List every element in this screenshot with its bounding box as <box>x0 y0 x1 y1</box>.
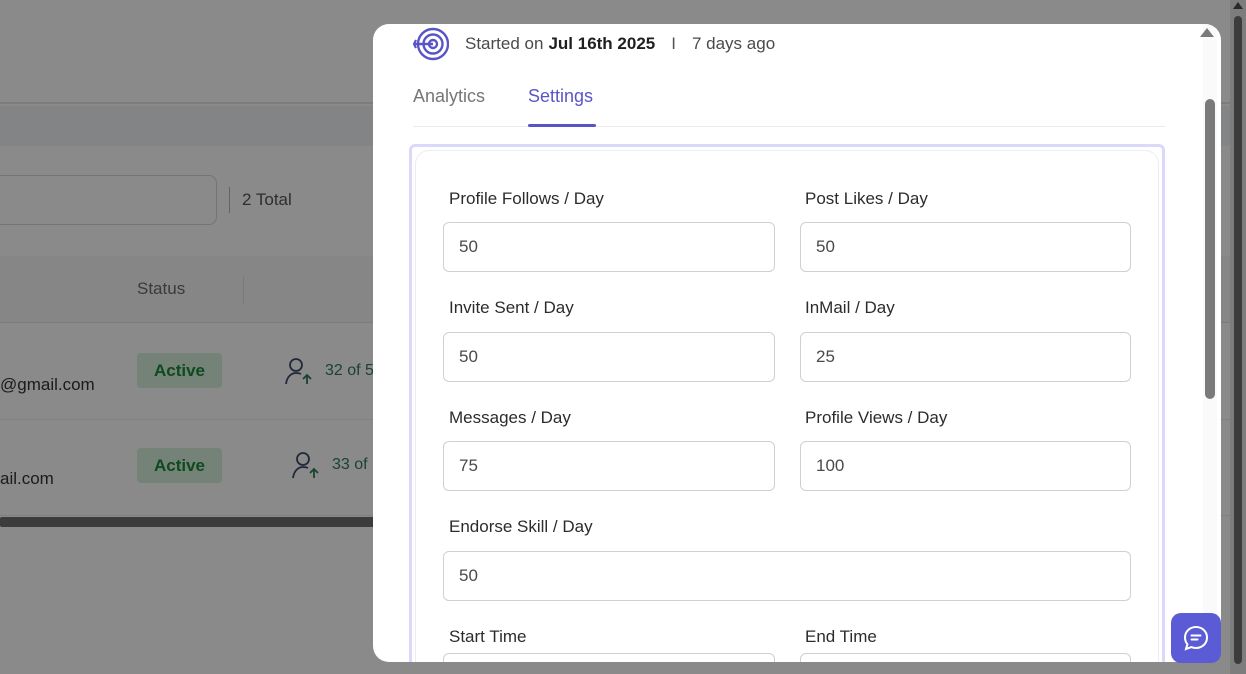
days-ago: 7 days ago <box>691 34 776 53</box>
invite-sent-label: Invite Sent / Day <box>449 298 574 317</box>
profile-follows-input[interactable]: 50 <box>443 222 775 272</box>
campaign-modal: Started on Jul 16th 2025 I 7 days ago An… <box>373 24 1221 662</box>
start-time-label: Start Time <box>449 627 527 646</box>
endorse-skill-input[interactable]: 50 <box>443 551 1131 601</box>
page-scrollbar[interactable] <box>1230 0 1246 674</box>
target-icon <box>413 27 449 61</box>
end-time-label: End Time <box>805 627 877 646</box>
start-time-input[interactable] <box>443 653 775 662</box>
chat-button[interactable] <box>1171 613 1221 663</box>
modal-scroll-up-icon[interactable] <box>1200 28 1214 37</box>
active-tab-indicator <box>528 124 596 127</box>
post-likes-label: Post Likes / Day <box>805 189 928 208</box>
profile-follows-label: Profile Follows / Day <box>449 189 604 208</box>
modal-scrollbar-thumb[interactable] <box>1205 99 1215 399</box>
page-scrollbar-thumb[interactable] <box>1234 16 1242 664</box>
tab-analytics[interactable]: Analytics <box>413 86 485 107</box>
separator: I <box>671 34 676 53</box>
inmail-input[interactable]: 25 <box>800 332 1131 382</box>
post-likes-input[interactable]: 50 <box>800 222 1131 272</box>
started-date: Jul 16th 2025 <box>548 34 656 53</box>
messages-label: Messages / Day <box>449 408 571 427</box>
tab-settings[interactable]: Settings <box>528 86 593 107</box>
scroll-up-arrow-icon[interactable] <box>1233 2 1243 9</box>
inmail-label: InMail / Day <box>805 298 895 317</box>
modal-tabs: Analytics Settings <box>413 82 1165 127</box>
invite-sent-input[interactable]: 50 <box>443 332 775 382</box>
started-prefix: Started on <box>465 34 544 53</box>
end-time-input[interactable] <box>800 653 1131 662</box>
campaign-started-info: Started on Jul 16th 2025 I 7 days ago <box>413 26 775 62</box>
chat-bubble-icon <box>1183 625 1209 651</box>
profile-views-input[interactable]: 100 <box>800 441 1131 491</box>
messages-input[interactable]: 75 <box>443 441 775 491</box>
profile-views-label: Profile Views / Day <box>805 408 948 427</box>
endorse-skill-label: Endorse Skill / Day <box>449 517 593 536</box>
